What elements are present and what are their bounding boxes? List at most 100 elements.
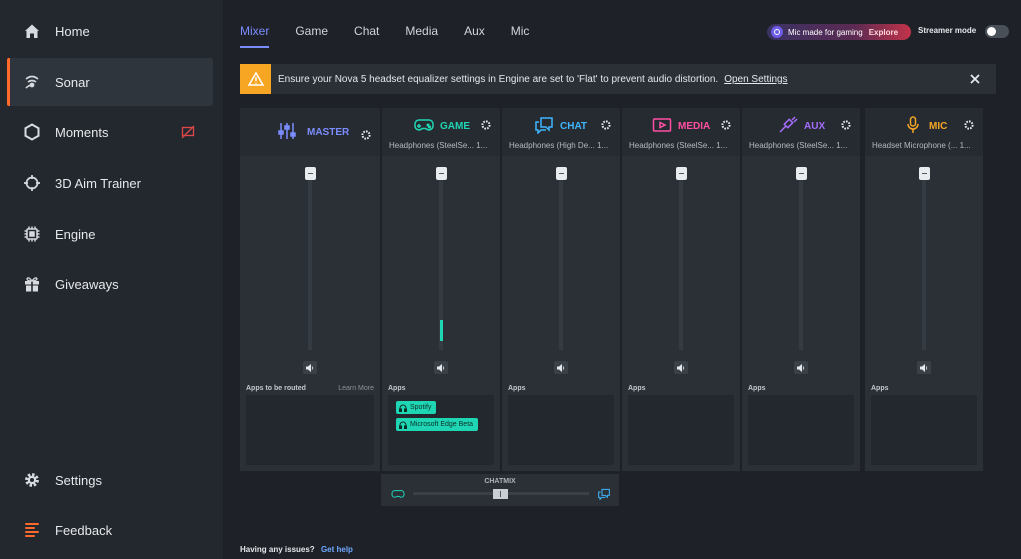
- apps-dropzone[interactable]: [246, 395, 374, 465]
- speaker-icon[interactable]: [674, 361, 688, 374]
- apps-label: Apps: [388, 385, 406, 392]
- mic-promo-icon: [771, 26, 783, 38]
- mixer-tabs: Mixer Game Chat Media Aux Mic: [240, 24, 555, 48]
- apps-label: Apps to be routed: [246, 385, 306, 392]
- sidebar-item-label: Giveaways: [55, 276, 119, 292]
- channel-aux: AUX Headphones (SteelSe... 1... Apps: [742, 108, 860, 471]
- sonar-icon: [23, 73, 41, 91]
- speaker-icon[interactable]: [303, 361, 317, 374]
- warning-icon: [240, 64, 271, 94]
- media-volume-slider[interactable]: [676, 167, 687, 180]
- audio-level-meter: [440, 320, 443, 341]
- output-device-select[interactable]: Headphones (High De... 1...: [509, 141, 615, 150]
- promo-explore-link[interactable]: Explore: [869, 28, 898, 37]
- headphones-icon: [399, 421, 407, 429]
- sidebar-item-settings[interactable]: Settings: [7, 456, 213, 504]
- hexagon-icon: [23, 123, 41, 141]
- sidebar-item-home[interactable]: Home: [7, 7, 213, 55]
- sidebar-item-engine[interactable]: Engine: [7, 210, 213, 258]
- channel-title: CHAT: [534, 116, 587, 137]
- volume-track: [922, 175, 926, 350]
- microphone-icon: [903, 116, 929, 137]
- volume-track: [799, 175, 803, 350]
- channel-mic: MIC Headset Microphone (... 1... Apps: [865, 108, 983, 471]
- channel-master: MASTER Apps to be routed Learn More: [240, 108, 380, 471]
- gear-icon: [23, 471, 41, 489]
- channel-title: MEDIA: [652, 116, 710, 137]
- chat-settings-gear-icon[interactable]: [601, 117, 611, 130]
- aux-volume-slider[interactable]: [796, 167, 807, 180]
- channel-header: CHAT Headphones (High De... 1...: [502, 108, 620, 156]
- master-settings-gear-icon[interactable]: [361, 127, 371, 140]
- game-settings-gear-icon[interactable]: [481, 117, 491, 130]
- sidebar-item-label: Sonar: [55, 74, 90, 90]
- channel-name: MIC: [929, 121, 948, 132]
- apps-dropzone[interactable]: [871, 395, 977, 465]
- sidebar-item-moments[interactable]: Moments: [7, 108, 213, 156]
- sidebar-item-3d-aim-trainer[interactable]: 3D Aim Trainer: [7, 159, 213, 207]
- channel-title: MIC: [903, 116, 947, 137]
- app-name: Microsoft Edge Beta: [410, 421, 474, 428]
- output-device-select[interactable]: Headphones (SteelSe... 1...: [629, 141, 735, 150]
- apps-dropzone[interactable]: [628, 395, 734, 465]
- sidebar-item-giveaways[interactable]: Giveaways: [7, 260, 213, 308]
- channel-header: GAME Headphones (SteelSe... 1...: [382, 108, 500, 156]
- banner-message: Ensure your Nova 5 headset equalizer set…: [278, 73, 719, 85]
- open-settings-link[interactable]: Open Settings: [724, 74, 787, 85]
- speaker-icon[interactable]: [794, 361, 808, 374]
- sidebar-item-label: Feedback: [55, 522, 113, 538]
- channel-title: GAME: [414, 116, 470, 137]
- sidebar-item-label: Home: [55, 23, 90, 39]
- aux-settings-gear-icon[interactable]: [841, 117, 851, 130]
- sidebar-item-label: Settings: [55, 472, 102, 488]
- learn-more-link[interactable]: Learn More: [338, 385, 374, 392]
- master-volume-slider[interactable]: [305, 167, 316, 180]
- speaker-icon[interactable]: [554, 361, 568, 374]
- tab-mic[interactable]: Mic: [511, 24, 530, 48]
- sidebar-item-label: 3D Aim Trainer: [55, 175, 141, 191]
- sidebar-item-feedback[interactable]: Feedback: [7, 506, 213, 554]
- chatmix-label: CHATMIX: [484, 478, 516, 485]
- channel-name: AUX: [804, 121, 826, 132]
- volume-track: [559, 175, 563, 350]
- promo-text: Mic made for gaming: [788, 27, 863, 37]
- chat-volume-slider[interactable]: [556, 167, 567, 180]
- apps-dropzone[interactable]: Spotify Microsoft Edge Beta: [388, 395, 494, 465]
- media-play-icon: [652, 116, 678, 137]
- tab-mixer[interactable]: Mixer: [240, 24, 270, 48]
- tab-chat[interactable]: Chat: [354, 24, 379, 48]
- apps-dropzone[interactable]: [748, 395, 854, 465]
- game-volume-slider[interactable]: [436, 167, 447, 180]
- home-icon: [23, 22, 41, 40]
- mic-settings-gear-icon[interactable]: [964, 117, 974, 130]
- app-chip-spotify[interactable]: Spotify: [396, 401, 437, 414]
- help-text: Having any issues?: [240, 545, 315, 554]
- output-device-select[interactable]: Headphones (SteelSe... 1...: [749, 141, 855, 150]
- apps-label: Apps: [628, 385, 646, 392]
- close-icon[interactable]: [968, 72, 982, 86]
- mic-volume-slider[interactable]: [919, 167, 930, 180]
- promo-pill[interactable]: Mic made for gaming Explore: [767, 24, 911, 40]
- sidebar: Home Sonar Moments 3D Aim Trainer Engine…: [0, 0, 223, 559]
- input-device-select[interactable]: Headset Microphone (... 1...: [872, 141, 978, 150]
- chat-bubble-icon: [534, 116, 560, 137]
- output-device-select[interactable]: Headphones (SteelSe... 1...: [389, 141, 495, 150]
- sidebar-item-sonar[interactable]: Sonar: [7, 58, 213, 106]
- media-settings-gear-icon[interactable]: [721, 117, 731, 130]
- apps-label: Apps: [508, 385, 526, 392]
- speaker-icon[interactable]: [434, 361, 448, 374]
- volume-track: [308, 175, 312, 350]
- channel-name: CHAT: [560, 121, 588, 132]
- streamer-mode-label: Streamer mode: [918, 26, 977, 35]
- speaker-icon[interactable]: [917, 361, 931, 374]
- tab-game[interactable]: Game: [295, 24, 328, 48]
- streamer-mode-toggle[interactable]: [985, 25, 1009, 38]
- app-chip-microsoft-edge-beta[interactable]: Microsoft Edge Beta: [396, 418, 479, 431]
- tab-aux[interactable]: Aux: [464, 24, 485, 48]
- apps-dropzone[interactable]: [508, 395, 614, 465]
- tab-media[interactable]: Media: [405, 24, 438, 48]
- chatmix-slider[interactable]: [493, 489, 508, 499]
- get-help-link[interactable]: Get help: [321, 545, 353, 554]
- channel-name: MASTER: [307, 127, 350, 138]
- channel-media: MEDIA Headphones (SteelSe... 1... Apps: [622, 108, 740, 471]
